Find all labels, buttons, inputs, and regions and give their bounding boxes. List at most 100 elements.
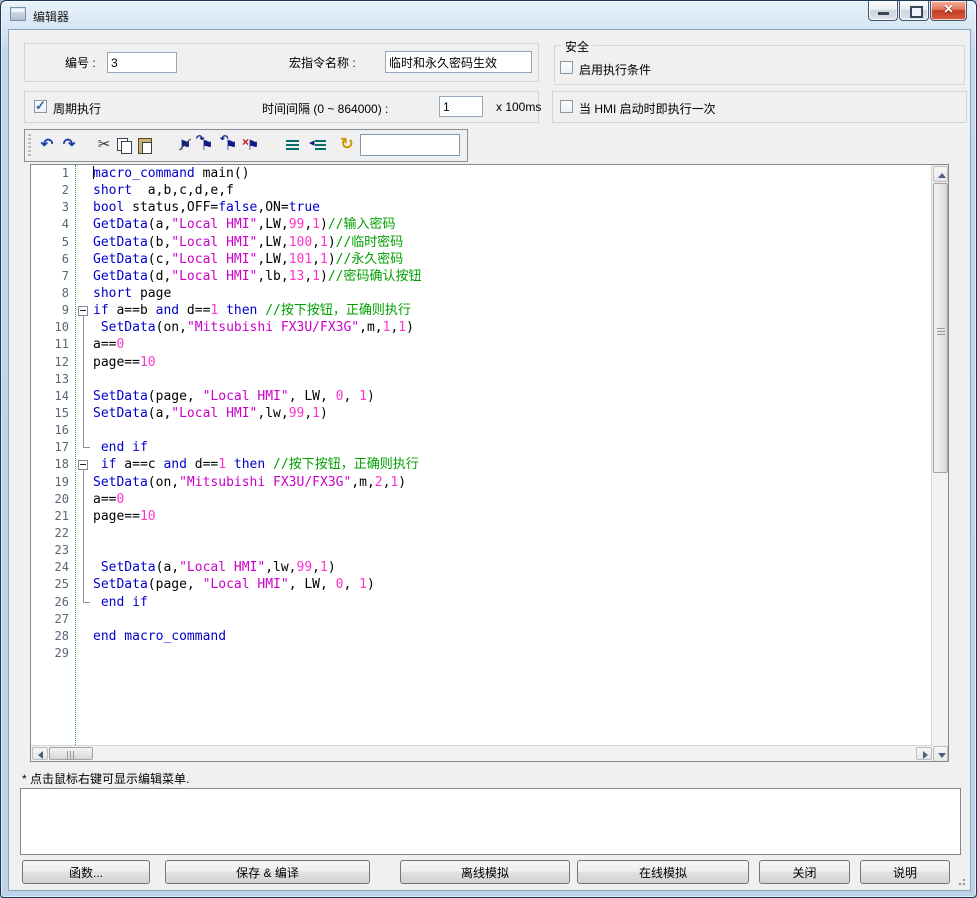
toggle-bookmark-icon[interactable] [176, 136, 194, 154]
code-line[interactable]: 27 [31, 611, 933, 628]
maximize-button[interactable] [899, 1, 929, 21]
format-icon[interactable] [338, 136, 356, 154]
fold-margin [75, 542, 93, 559]
code-line[interactable]: 9if a==b and d==1 then //按下按钮，正确则执行 [31, 302, 933, 319]
toolbar-grip[interactable] [28, 134, 31, 157]
code-line[interactable]: 4GetData(a,"Local HMI",LW,99,1)//输入密码 [31, 216, 933, 233]
indent-icon[interactable] [284, 136, 302, 154]
code-editor[interactable]: 1macro_command main()2short a,b,c,d,e,f3… [30, 164, 949, 762]
close-button[interactable]: 关闭 [759, 860, 850, 884]
code-line[interactable]: 15 SetData(a,"Local HMI",lw,99,1) [31, 405, 933, 422]
code-line[interactable]: 5GetData(b,"Local HMI",LW,100,1)//临时密码 [31, 234, 933, 251]
vertical-scrollbar[interactable] [931, 165, 948, 762]
line-number: 25 [31, 576, 75, 593]
clear-bookmarks-icon[interactable] [244, 136, 262, 154]
offline-simulation-button[interactable]: 离线模拟 [400, 860, 570, 884]
periodic-checkbox[interactable] [34, 100, 47, 113]
macro-id-label: 编号 : [65, 54, 96, 71]
title-bar[interactable]: 编辑器 [1, 1, 976, 29]
fold-margin [75, 525, 93, 542]
code-line[interactable]: 29 [31, 645, 933, 662]
line-number: 4 [31, 216, 75, 233]
cut-icon[interactable] [95, 136, 113, 154]
scroll-up-arrow[interactable] [933, 166, 948, 182]
fold-toggle[interactable] [75, 456, 93, 473]
line-number: 24 [31, 559, 75, 576]
code-line[interactable]: 13 [31, 371, 933, 388]
code-text: bool status,OFF=false,ON=true [93, 199, 320, 216]
scroll-left-arrow[interactable] [32, 747, 48, 760]
line-number: 29 [31, 645, 75, 662]
code-line[interactable]: 12page==10 [31, 354, 933, 371]
scroll-right-arrow[interactable] [916, 747, 932, 760]
window-title: 编辑器 [33, 8, 69, 25]
code-line[interactable]: 22 [31, 525, 933, 542]
code-line[interactable]: 14SetData(page, "Local HMI", LW, 0, 1) [31, 388, 933, 405]
code-line[interactable]: 24 SetData(a,"Local HMI",lw,99,1) [31, 559, 933, 576]
line-number: 3 [31, 199, 75, 216]
code-line[interactable]: 17 end if [31, 439, 933, 456]
code-line[interactable]: 26 end if [31, 594, 933, 611]
next-bookmark-icon[interactable] [198, 136, 216, 154]
run-on-startup-checkbox[interactable] [560, 100, 573, 113]
code-line[interactable]: 8short page [31, 285, 933, 302]
paste-icon[interactable] [136, 136, 154, 154]
vertical-scroll-thumb[interactable] [933, 183, 948, 473]
functions-button[interactable]: 函数... [22, 860, 150, 884]
minimize-button[interactable] [868, 1, 898, 21]
redo-icon[interactable] [60, 136, 78, 154]
interval-input[interactable] [439, 96, 483, 117]
code-line[interactable]: 7GetData(d,"Local HMI",lb,13,1)//密码确认按钮 [31, 268, 933, 285]
macro-name-label: 宏指令名称 : [289, 54, 356, 71]
line-number: 16 [31, 422, 75, 439]
code-line[interactable]: 11a==0 [31, 336, 933, 353]
code-line[interactable]: 3 bool status,OFF=false,ON=true [31, 199, 933, 216]
fold-margin [75, 268, 93, 285]
macro-name-input[interactable] [385, 51, 532, 73]
collapse-box-icon[interactable] [78, 306, 88, 316]
previous-bookmark-icon[interactable] [222, 136, 240, 154]
online-simulation-button[interactable]: 在线模拟 [577, 860, 749, 884]
help-button[interactable]: 说明 [860, 860, 950, 884]
code-line[interactable]: 23 [31, 542, 933, 559]
code-text: if a==c and d==1 then //按下按钮，正确则执行 [93, 456, 419, 473]
code-line[interactable]: 21page==10 [31, 508, 933, 525]
code-line[interactable]: 18 if a==c and d==1 then //按下按钮，正确则执行 [31, 456, 933, 473]
scroll-down-arrow[interactable] [933, 746, 948, 762]
code-text: GetData(b,"Local HMI",LW,100,1)//临时密码 [93, 234, 403, 251]
save-compile-button[interactable]: 保存 & 编译 [165, 860, 370, 884]
find-input[interactable] [360, 134, 460, 156]
fold-margin [75, 354, 93, 371]
code-line[interactable]: 6GetData(c,"Local HMI",LW,101,1)//永久密码 [31, 251, 933, 268]
code-line[interactable]: 2short a,b,c,d,e,f [31, 182, 933, 199]
code-text: short a,b,c,d,e,f [93, 182, 234, 199]
horizontal-scroll-thumb[interactable] [49, 747, 93, 760]
code-line[interactable]: 28end macro_command [31, 628, 933, 645]
fold-toggle[interactable] [75, 302, 93, 319]
code-text: SetData(a,"Local HMI",lw,99,1) [93, 405, 328, 422]
code-line[interactable]: 16 [31, 422, 933, 439]
code-text: macro_command main() [93, 165, 250, 182]
line-number: 9 [31, 302, 75, 319]
fold-margin [75, 336, 93, 353]
code-line[interactable]: 1macro_command main() [31, 165, 933, 182]
outdent-icon[interactable] [311, 136, 329, 154]
collapse-box-icon[interactable] [78, 460, 88, 470]
line-number: 15 [31, 405, 75, 422]
enable-condition-checkbox[interactable] [560, 61, 573, 74]
undo-icon[interactable] [38, 136, 56, 154]
fold-margin [75, 474, 93, 491]
macro-id-input[interactable] [107, 52, 177, 73]
horizontal-scrollbar[interactable] [31, 745, 933, 761]
code-line[interactable]: 25SetData(page, "Local HMI", LW, 0, 1) [31, 576, 933, 593]
copy-icon[interactable] [115, 136, 133, 154]
code-line[interactable]: 19SetData(on,"Mitsubishi FX3U/FX3G",m,2,… [31, 474, 933, 491]
fold-margin [75, 645, 93, 662]
resize-grip[interactable] [956, 876, 966, 886]
code-line[interactable]: 10 SetData(on,"Mitsubishi FX3U/FX3G",m,1… [31, 319, 933, 336]
interval-unit-label: x 100ms [496, 100, 541, 114]
code-line[interactable]: 20a==0 [31, 491, 933, 508]
code-area[interactable]: 1macro_command main()2short a,b,c,d,e,f3… [31, 165, 933, 747]
close-window-button[interactable] [930, 1, 967, 21]
code-text: page==10 [93, 508, 156, 525]
